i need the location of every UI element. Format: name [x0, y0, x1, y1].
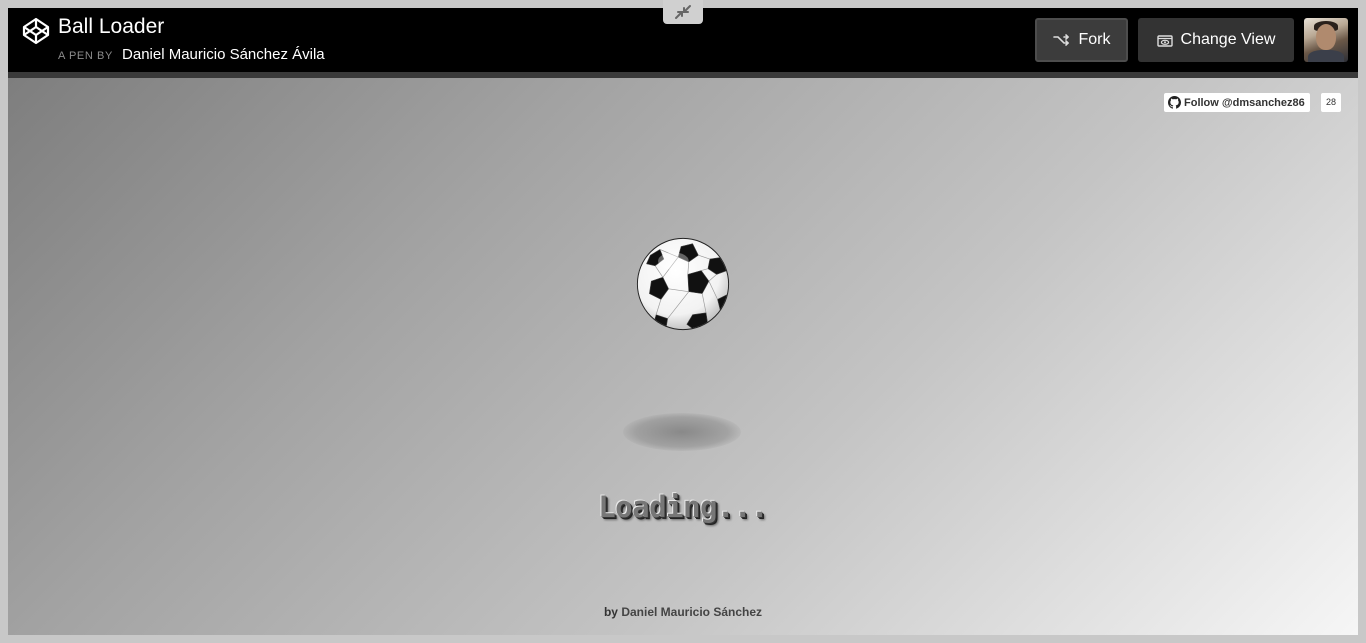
ball-shadow: [623, 413, 741, 451]
change-view-button[interactable]: Change View: [1138, 18, 1294, 62]
pen-title: Ball Loader: [58, 15, 165, 38]
eye-window-icon: [1156, 34, 1173, 47]
codepen-logo-icon[interactable]: [22, 17, 50, 45]
github-follow-button[interactable]: Follow @dmsanchez86: [1164, 93, 1310, 112]
github-icon: [1168, 96, 1181, 109]
author-link[interactable]: Daniel Mauricio Sánchez Ávila: [122, 46, 325, 63]
pen-frame: Ball Loader A PEN BY Daniel Mauricio Sán…: [8, 8, 1358, 635]
user-avatar[interactable]: [1304, 18, 1348, 62]
collapse-arrows-icon: [675, 5, 691, 19]
avatar-face: [1316, 24, 1336, 50]
fork-button[interactable]: Fork: [1035, 18, 1128, 62]
github-follow-label: Follow @dmsanchez86: [1184, 96, 1305, 109]
loading-text: Loading...: [598, 490, 768, 524]
collapse-header-button[interactable]: [663, 0, 703, 24]
fork-label: Fork: [1078, 31, 1111, 48]
fork-icon: [1052, 34, 1069, 46]
avatar-shirt: [1308, 50, 1344, 62]
github-follower-count[interactable]: 28: [1321, 93, 1341, 112]
credit-author-link[interactable]: Daniel Mauricio Sánchez: [621, 605, 762, 619]
soccer-ball-icon: [636, 237, 730, 331]
preview-stage: Follow @dmsanchez86 28 Loading... by Dan…: [8, 78, 1358, 635]
credit-prefix: by: [603, 605, 618, 619]
pen-byline: A PEN BY Daniel Mauricio Sánchez Ávila: [58, 45, 325, 65]
byline-prefix: A PEN BY: [58, 50, 113, 62]
change-view-label: Change View: [1180, 31, 1276, 48]
credit-line: by Daniel Mauricio Sánchez: [8, 605, 1358, 619]
